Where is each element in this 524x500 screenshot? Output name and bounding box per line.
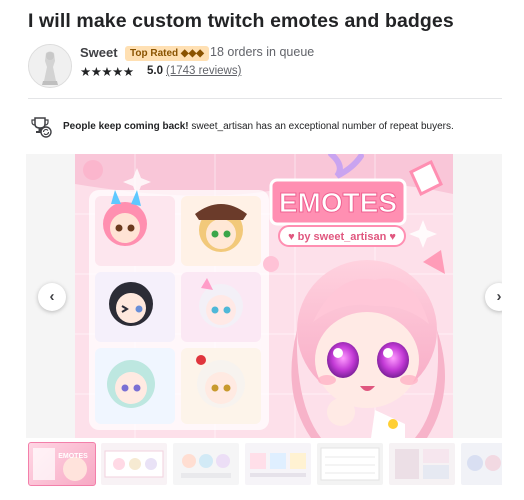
seller-avatar[interactable] [28,44,72,88]
repeat-buyers-notice: People keep coming back! sweet_artisan h… [30,116,500,138]
gallery-thumbnail[interactable]: EMOTES [28,442,96,486]
top-rated-badge: Top Rated ◆◆◆ [125,46,209,61]
repeat-headline: People keep coming back! [63,121,189,132]
rating-score: 5.0 [147,65,163,77]
trophy-repeat-icon [30,116,52,138]
orders-in-queue: 18 orders in queue [210,45,315,59]
divider [28,98,502,99]
reviews-link[interactable]: (1743 reviews) [166,65,241,77]
gallery-main-image[interactable]: EMOTES ♥ by sweet_artisan ♥ [75,154,453,438]
gallery-thumbnail[interactable] [101,443,167,485]
gallery-thumbnail[interactable] [461,443,502,485]
emotes-banner: EMOTES ♥ by sweet_artisan ♥ [269,178,407,247]
seller-overview: Sweet Top Rated ◆◆◆ 18 orders in queue ★… [28,44,508,90]
gallery-next-button[interactable]: › [485,283,502,311]
gallery-thumbnail[interactable] [173,443,239,485]
repeat-buyers-text: People keep coming back! sweet_artisan h… [63,121,454,132]
seller-name[interactable]: Sweet [80,45,118,60]
gallery-thumbnail[interactable] [389,443,455,485]
chevron-right-icon: › [496,288,502,305]
gallery-prev-button[interactable]: ‹ [38,283,66,311]
gallery-thumbnails: EMOTES [26,442,502,488]
banner-byline: ♥ by sweet_artisan ♥ [288,231,396,243]
chevron-left-icon: ‹ [49,288,55,305]
gallery-thumbnail[interactable] [317,443,383,485]
gig-gallery[interactable]: EMOTES ♥ by sweet_artisan ♥ ‹ › [26,154,502,438]
emote-grid [89,190,269,430]
gallery-thumbnail[interactable] [245,443,311,485]
banner-title: EMOTES [279,187,397,218]
star-rating-icon: ★★★★★ [80,65,134,79]
repeat-description: sweet_artisan has an exceptional number … [191,121,454,132]
gig-title: I will make custom twitch emotes and bad… [28,10,454,32]
thumbnail-title: EMOTES [58,453,88,460]
